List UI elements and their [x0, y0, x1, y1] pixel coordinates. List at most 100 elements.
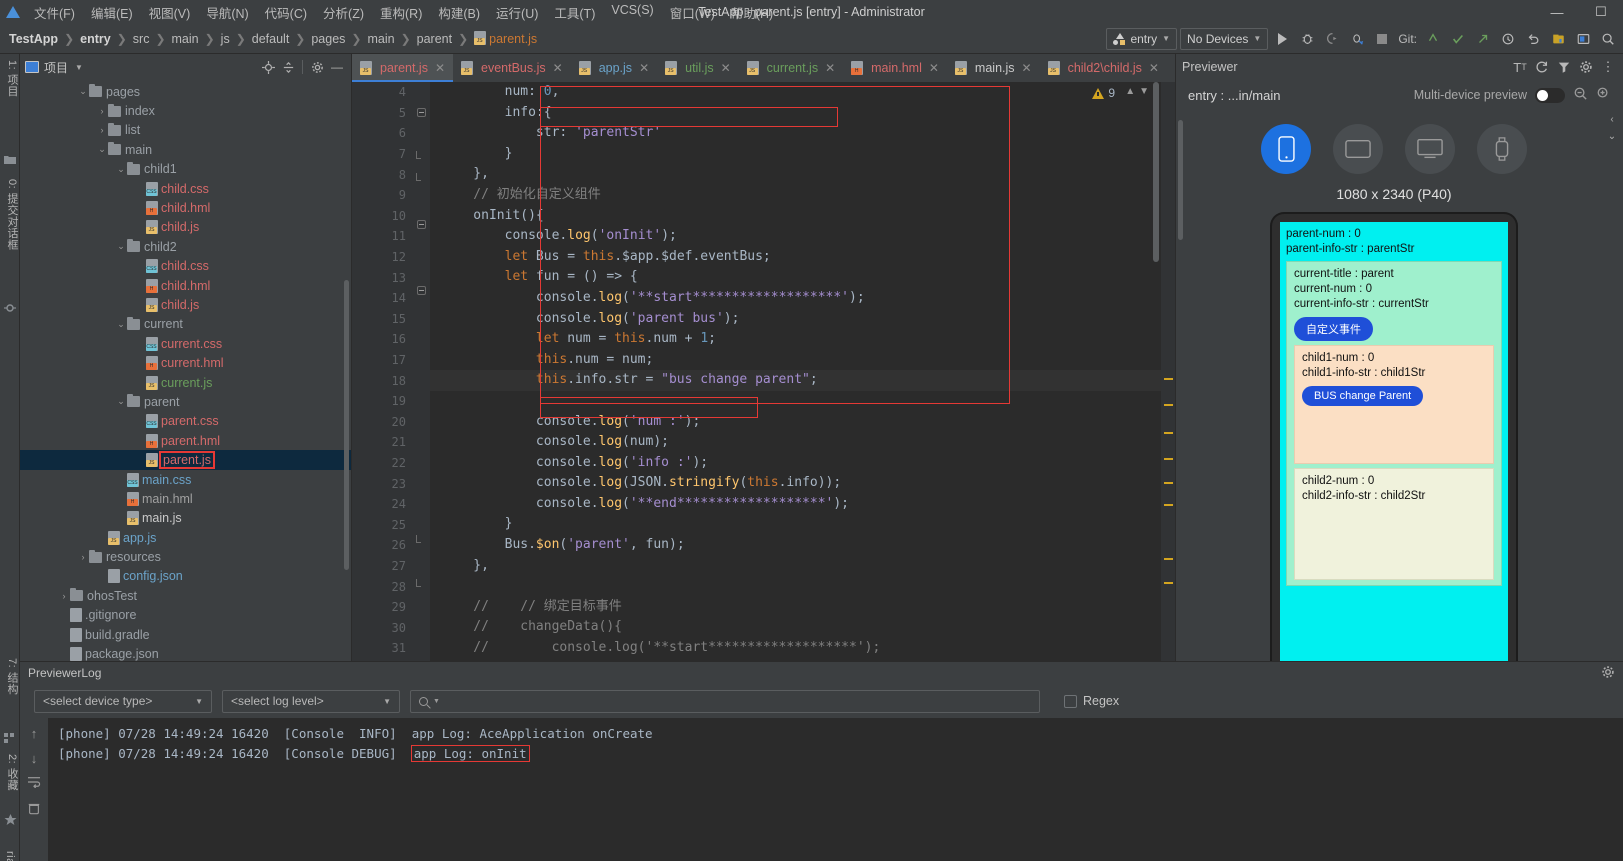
editor-tab-app-js[interactable]: JS app.js ✕	[571, 54, 657, 82]
locate-icon[interactable]	[259, 58, 277, 76]
fold-toggle[interactable]	[414, 286, 430, 307]
tree-row[interactable]: ⌄ child2	[20, 237, 351, 256]
tree-row[interactable]: JS child.js	[20, 218, 351, 237]
editor-tab-main-js[interactable]: JS main.js ✕	[947, 54, 1040, 82]
git-push-icon[interactable]	[1472, 28, 1494, 50]
fold-column[interactable]	[414, 82, 430, 661]
code-line[interactable]: },	[430, 164, 1161, 185]
prev-problem-icon[interactable]: ▲	[1125, 86, 1135, 97]
previewer-collapse-icon[interactable]: ‹	[1610, 114, 1613, 125]
run-button[interactable]	[1271, 28, 1293, 50]
collapse-all-icon[interactable]	[279, 58, 297, 76]
close-icon[interactable]: ✕	[639, 61, 649, 75]
settings-icon[interactable]	[308, 58, 326, 76]
menu-item-2[interactable]: 视图(V)	[141, 1, 199, 24]
minimize-button[interactable]: —	[1535, 0, 1579, 24]
run-coverage-button[interactable]	[1321, 28, 1343, 50]
code-line[interactable]	[430, 576, 1161, 597]
breadcrumb-item-0[interactable]: TestApp	[6, 31, 61, 47]
tree-row[interactable]: › ohosTest	[20, 586, 351, 605]
regex-option[interactable]: Regex	[1064, 694, 1119, 708]
tab-overflow-chevron-icon[interactable]: ⌄	[1167, 54, 1175, 82]
tree-row[interactable]: JS child.js	[20, 295, 351, 314]
close-icon[interactable]: ✕	[721, 61, 731, 75]
zoom-in-icon[interactable]	[1596, 86, 1611, 104]
log-search-input[interactable]	[444, 694, 1031, 708]
chevron-right-icon[interactable]: ›	[96, 106, 108, 116]
menu-item-3[interactable]: 导航(N)	[198, 1, 256, 24]
debug-button[interactable]	[1296, 28, 1318, 50]
git-update-icon[interactable]	[1422, 28, 1444, 50]
code-line[interactable]: console.log('num :');	[430, 412, 1161, 433]
code-line[interactable]: }	[430, 144, 1161, 165]
code-line[interactable]: console.log(JSON.stringify(this.info));	[430, 473, 1161, 494]
warning-badge[interactable]: 9	[1092, 86, 1115, 100]
tree-row[interactable]: › resources	[20, 547, 351, 566]
tree-row[interactable]: JS parent.js	[20, 450, 351, 470]
filter-icon[interactable]	[1555, 58, 1573, 76]
tree-row[interactable]: ⌄ parent	[20, 392, 351, 411]
tree-row[interactable]: › index	[20, 101, 351, 120]
menu-item-6[interactable]: 重构(R)	[372, 1, 430, 24]
fold-toggle[interactable]	[414, 107, 430, 129]
rail-tab-project[interactable]: 1: 项目	[4, 60, 20, 97]
wearable-device-icon[interactable]	[1477, 124, 1527, 174]
tree-row[interactable]: CSS main.css	[20, 470, 351, 489]
tree-row[interactable]: .gitignore	[20, 606, 351, 625]
chevron-down-icon[interactable]: ⌄	[96, 144, 108, 155]
code-line[interactable]: console.log(num);	[430, 432, 1161, 453]
scroll-down-icon[interactable]: ↓	[31, 751, 38, 766]
more-options-icon[interactable]: ⋮	[1599, 58, 1617, 76]
close-icon[interactable]: ✕	[825, 61, 835, 75]
tree-row[interactable]: Hparent.hml	[20, 431, 351, 450]
git-revert-icon[interactable]	[1522, 28, 1544, 50]
menu-item-7[interactable]: 构建(B)	[430, 1, 488, 24]
editor-tab-parent-js[interactable]: JS parent.js ✕	[352, 54, 454, 82]
close-icon[interactable]: ✕	[435, 61, 445, 75]
code-line[interactable]: // // 绑定目标事件	[430, 597, 1161, 618]
tree-row[interactable]: build.gradle	[20, 625, 351, 644]
code-line[interactable]: Bus.$on('parent', fun);	[430, 535, 1161, 556]
tv-device-icon[interactable]	[1405, 124, 1455, 174]
log-rows[interactable]: [phone] 07/28 14:49:24 16420 [Console IN…	[48, 718, 1623, 861]
code-line[interactable]: let fun = () => {	[430, 267, 1161, 288]
refresh-icon[interactable]	[1533, 58, 1551, 76]
code-line[interactable]: str: 'parentStr'	[430, 123, 1161, 144]
hide-panel-icon[interactable]: —	[328, 58, 346, 76]
scroll-up-icon[interactable]: ↑	[31, 726, 38, 741]
fold-toggle[interactable]	[414, 578, 430, 600]
phone-device-icon[interactable]	[1261, 124, 1311, 174]
bus-change-parent-button[interactable]: BUS change Parent	[1302, 386, 1424, 406]
tree-row[interactable]: CSS parent.css	[20, 412, 351, 431]
code-content[interactable]: num: 0, info:{ str: 'parentStr' } }, // …	[430, 82, 1161, 661]
tree-row[interactable]: Hcurrent.hml	[20, 353, 351, 372]
breadcrumb-item-5[interactable]: default	[249, 31, 293, 47]
rail-tab-commit[interactable]: 0: 提交对话框	[4, 179, 20, 250]
profiler-button[interactable]	[1346, 28, 1368, 50]
tree-row[interactable]: Hmain.hml	[20, 489, 351, 508]
soft-wrap-icon[interactable]	[27, 776, 41, 791]
close-icon[interactable]: ✕	[929, 61, 939, 75]
tree-row[interactable]: config.json	[20, 567, 351, 586]
run-config-selector[interactable]: entry ▼	[1106, 27, 1178, 50]
log-search-box[interactable]: ▼	[410, 689, 1040, 713]
tree-row[interactable]: ⌄ pages	[20, 82, 351, 101]
device-manager-icon[interactable]	[1572, 28, 1594, 50]
code-line[interactable]: console.log('onInit');	[430, 226, 1161, 247]
editor-tab-util-js[interactable]: JS util.js ✕	[657, 54, 739, 82]
menu-item-12[interactable]: 帮助(H)	[723, 1, 781, 24]
log-row[interactable]: [phone] 07/28 14:49:24 16420 [Console DE…	[58, 744, 1623, 764]
tree-scrollbar[interactable]	[344, 280, 349, 570]
regex-checkbox[interactable]	[1064, 694, 1077, 708]
fold-toggle[interactable]	[414, 173, 430, 194]
code-line[interactable]: this.info.str = "bus change parent";	[430, 370, 1161, 391]
tree-row[interactable]: CSS child.css	[20, 179, 351, 198]
tree-row[interactable]: CSS current.css	[20, 334, 351, 353]
editor-tab-child2-child-js[interactable]: JS child2\child.js ✕	[1040, 54, 1167, 82]
code-line[interactable]: info:{	[430, 103, 1161, 124]
chevron-down-icon[interactable]: ⌄	[115, 164, 127, 175]
tree-row[interactable]: Hchild.hml	[20, 198, 351, 217]
code-line[interactable]: // console.log('**start*****************…	[430, 638, 1161, 659]
tree-row[interactable]: Hchild.hml	[20, 276, 351, 295]
multi-device-toggle[interactable]	[1535, 87, 1565, 103]
